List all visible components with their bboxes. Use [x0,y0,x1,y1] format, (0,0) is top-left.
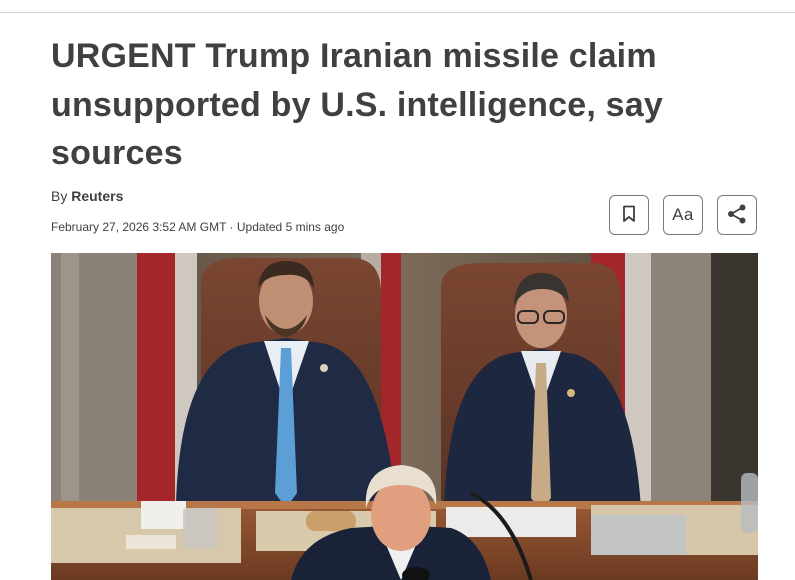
bookmark-icon [622,205,636,226]
text-size-button[interactable]: Aa [663,195,703,235]
text-size-label: Aa [672,205,694,224]
author-link[interactable]: Reuters [71,188,123,204]
top-divider [0,12,795,13]
byline: By Reuters [51,188,123,204]
hero-image [51,253,758,580]
share-icon [726,203,748,228]
share-button[interactable] [717,195,757,235]
article-headline: URGENT Trump Iranian missile claim unsup… [51,37,663,172]
byline-prefix: By [51,188,72,204]
publish-dateline: February 27, 2026 3:52 AM GMT · Updated … [51,220,345,234]
bookmark-button[interactable] [609,195,649,235]
